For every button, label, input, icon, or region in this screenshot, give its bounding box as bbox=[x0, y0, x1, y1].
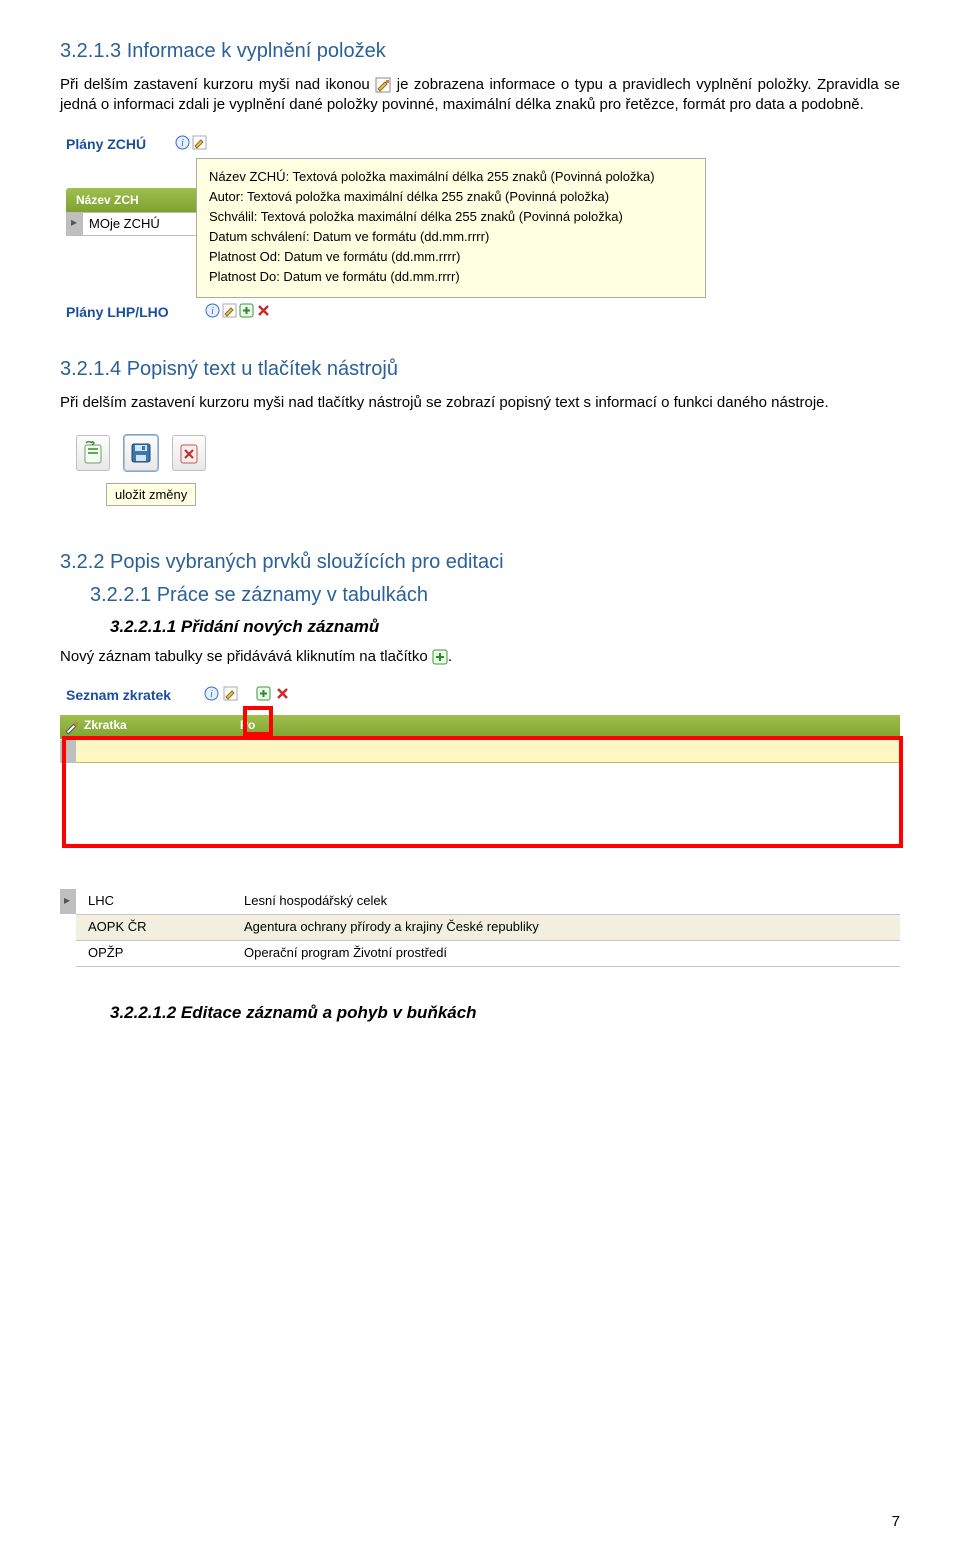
para-3214: Při delším zastavení kurzoru myši nad tl… bbox=[60, 393, 900, 413]
save-button[interactable] bbox=[124, 435, 158, 471]
info-icon[interactable]: i bbox=[204, 686, 219, 701]
heading-3221: 3.2.2.1 Práce se záznamy v tabulkách bbox=[90, 584, 900, 607]
add-icon bbox=[432, 649, 448, 665]
cell-zkratka: OPŽP bbox=[88, 945, 123, 960]
table-row[interactable]: ▸ LHC Lesní hospodářský celek bbox=[76, 889, 900, 915]
add-icon[interactable] bbox=[256, 686, 271, 701]
info-edit-icon bbox=[375, 77, 391, 93]
row-selector-icon[interactable]: ▸ bbox=[60, 889, 76, 914]
panel-toolbar-zchu: i bbox=[175, 135, 207, 150]
row-selector-icon[interactable] bbox=[67, 213, 83, 235]
tooltip-line: Platnost Do: Datum ve formátu (dd.mm.rrr… bbox=[209, 267, 693, 287]
edit-icon[interactable] bbox=[192, 135, 207, 150]
discard-button[interactable] bbox=[172, 435, 206, 471]
heading-32211: 3.2.2.1.1 Přidání nových záznamů bbox=[110, 617, 900, 637]
table-row[interactable]: AOPK ČR Agentura ochrany přírody a kraji… bbox=[76, 915, 900, 941]
add-icon[interactable] bbox=[239, 303, 254, 318]
cell-zkratka: AOPK ČR bbox=[88, 919, 147, 934]
edit-icon[interactable] bbox=[223, 686, 238, 701]
svg-text:i: i bbox=[211, 306, 214, 317]
refresh-button[interactable] bbox=[76, 435, 110, 471]
screenshot-seznam-zkratek: Seznam zkratek i Zkratka Po ▸ LHC Lesní … bbox=[60, 683, 900, 973]
para-32211: Nový záznam tabulky se přidávává kliknut… bbox=[60, 647, 900, 667]
delete-icon[interactable] bbox=[275, 686, 290, 701]
edit-icon[interactable] bbox=[222, 303, 237, 318]
heading-3213: 3.2.1.3 Informace k vyplnění položek bbox=[60, 40, 900, 63]
new-row[interactable] bbox=[76, 739, 900, 763]
tooltip-line: Název ZCHÚ: Textová položka maximální dé… bbox=[209, 167, 693, 187]
cell-popis: Lesní hospodářský celek bbox=[244, 893, 387, 908]
cell-value: MOje ZCHÚ bbox=[89, 216, 160, 231]
screenshot-tooltip-plans: Plány ZCHÚ i Název ZCH MOje ZCHÚ Název Z… bbox=[60, 132, 820, 328]
column-popis: Po bbox=[240, 718, 255, 732]
column-zkratka: Zkratka bbox=[84, 718, 127, 732]
panel-toolbar-lhp: i bbox=[205, 303, 271, 318]
table-header: Zkratka Po bbox=[60, 715, 900, 739]
cell-zkratka: LHC bbox=[88, 893, 114, 908]
tooltip-line: Platnost Od: Datum ve formátu (dd.mm.rrr… bbox=[209, 247, 693, 267]
svg-text:i: i bbox=[210, 689, 213, 700]
screenshot-toolbar-tooltip: uložit změny bbox=[60, 429, 270, 521]
toolbar-tooltip: uložit změny bbox=[106, 483, 196, 506]
cell-popis: Operační program Životní prostředí bbox=[244, 945, 447, 960]
para-32211-after: . bbox=[448, 648, 452, 665]
cell-popis: Agentura ochrany přírody a krajiny České… bbox=[244, 919, 539, 934]
tooltip-line: Schválil: Textová položka maximální délk… bbox=[209, 207, 693, 227]
heading-32212: 3.2.2.1.2 Editace záznamů a pohyb v buňk… bbox=[110, 1003, 900, 1023]
panel-title-plany-zchu[interactable]: Plány ZCHÚ bbox=[66, 136, 146, 152]
field-info-tooltip: Název ZCHÚ: Textová položka maximální dé… bbox=[196, 158, 706, 298]
delete-icon[interactable] bbox=[256, 303, 271, 318]
tooltip-line: Datum schválení: Datum ve formátu (dd.mm… bbox=[209, 227, 693, 247]
para-3213-before: Při delším zastavení kurzoru myši nad ik… bbox=[60, 76, 370, 93]
para-32211-before: Nový záznam tabulky se přidávává kliknut… bbox=[60, 648, 432, 665]
panel-title-plany-lhp[interactable]: Plány LHP/LHO bbox=[66, 304, 169, 320]
page-number: 7 bbox=[892, 1513, 900, 1530]
info-icon[interactable]: i bbox=[205, 303, 220, 318]
para-3213: Při delším zastavení kurzoru myši nad ik… bbox=[60, 75, 900, 116]
column-edit-icon[interactable] bbox=[64, 719, 80, 735]
tooltip-line: Autor: Textová položka maximální délka 2… bbox=[209, 187, 693, 207]
heading-3214: 3.2.1.4 Popisný text u tlačítek nástrojů bbox=[60, 358, 900, 381]
panel-title-seznam-zkratek[interactable]: Seznam zkratek bbox=[66, 687, 171, 703]
info-icon[interactable]: i bbox=[175, 135, 190, 150]
heading-322: 3.2.2 Popis vybraných prvků sloužících p… bbox=[60, 551, 900, 574]
row-selector-icon[interactable] bbox=[60, 740, 76, 763]
svg-text:i: i bbox=[181, 138, 184, 149]
table-row[interactable]: OPŽP Operační program Životní prostředí bbox=[76, 941, 900, 967]
